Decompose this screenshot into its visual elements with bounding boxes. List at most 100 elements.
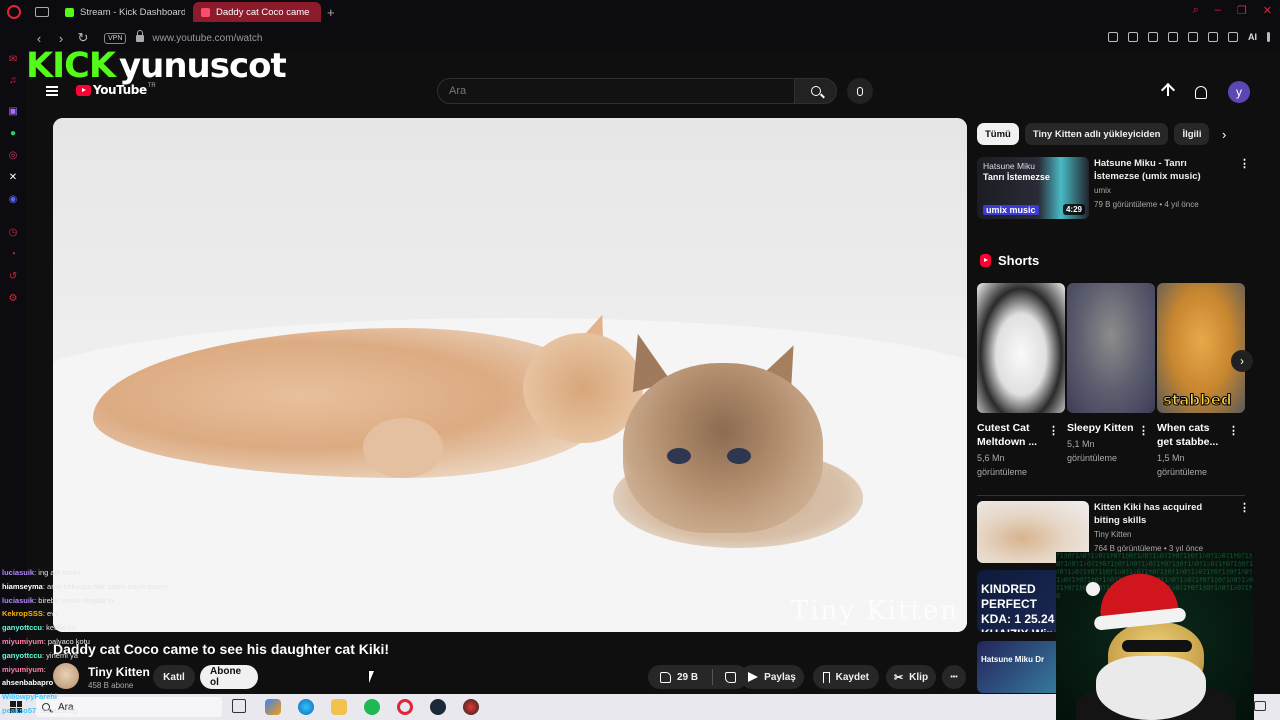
short-thumbnail[interactable]: stabbed — [1157, 283, 1245, 413]
more-options-icon[interactable]: ⋮ — [1138, 424, 1149, 437]
edge-browser-icon[interactable] — [298, 699, 314, 715]
recommendation-channel[interactable]: Tiny Kitten — [1094, 530, 1132, 539]
kitten — [623, 363, 823, 533]
like-icon[interactable] — [660, 671, 671, 683]
more-options-icon[interactable]: ⋮ — [1239, 159, 1250, 170]
kick-favicon-icon — [65, 7, 74, 17]
more-options-icon[interactable]: ⋮ — [1239, 503, 1250, 514]
download-icon[interactable] — [1228, 32, 1238, 42]
shorts-next-button[interactable]: › — [1231, 350, 1253, 372]
kick-logo: KICK — [26, 46, 116, 86]
recommendation-item[interactable]: Hatsune Miku Tanrı İstemezse umix music … — [977, 157, 1250, 221]
dislike-icon[interactable] — [725, 671, 737, 683]
forward-button[interactable]: › — [52, 31, 70, 46]
downloads-sidebar-icon[interactable]: ↺ — [7, 271, 19, 283]
recommendation-title[interactable]: Kitten Kiki has acquired biting skills — [1094, 501, 1230, 527]
x-twitter-icon[interactable]: ✕ — [7, 172, 19, 184]
maximize-button[interactable]: ❐ — [1237, 4, 1247, 17]
more-menu-icon[interactable] — [1267, 32, 1270, 42]
youtube-favicon-icon — [201, 7, 210, 17]
search-tabs-icon[interactable]: ⌕ — [1193, 4, 1199, 17]
filter-chips: Tümü Tiny Kitten adlı yükleyiciden İlgil… — [977, 123, 1210, 145]
share-button[interactable]: Paylaş — [740, 665, 804, 689]
short-thumbnail[interactable] — [1067, 283, 1155, 413]
settings-icon[interactable]: ⚙ — [7, 293, 19, 305]
music-icon[interactable]: ♫ — [7, 75, 19, 87]
search-input[interactable] — [437, 78, 795, 104]
profile-icon[interactable] — [1208, 32, 1218, 42]
player-icon[interactable] — [1168, 32, 1178, 42]
close-window-button[interactable]: ✕ — [1263, 4, 1272, 17]
pin-icon[interactable] — [1108, 32, 1118, 42]
like-count[interactable]: 29 B — [677, 672, 698, 683]
lock-icon[interactable] — [136, 29, 145, 42]
notifications-bell-icon[interactable] — [1195, 85, 1207, 99]
chat-message: miyumiyum: — [2, 664, 46, 674]
opera-taskbar-icon[interactable] — [397, 699, 413, 715]
clip-button[interactable]: ✂ Klip — [886, 665, 936, 689]
voice-search-button[interactable] — [847, 78, 873, 104]
webcam-overlay: ｱ1ｶ0ﾅ1ﾊ0ﾗ1ｼ0ﾏ1ﾔ0ｱ1ｶ0ﾅ1ﾊ0ﾗ1ｼ0ﾏ1ﾔ0ｱ1ｶ0ﾅ1ﾊ0… — [1056, 552, 1254, 720]
spotify-icon[interactable] — [364, 699, 380, 715]
url-field[interactable]: www.youtube.com/watch — [152, 33, 262, 44]
discord-icon[interactable]: ◉ — [7, 194, 19, 206]
short-item[interactable]: Sleepy Kitten 5,1 Mn görüntüleme ⋮ — [1067, 283, 1155, 465]
whatsapp-icon[interactable]: ● — [7, 128, 19, 140]
opera-logo-icon[interactable] — [7, 5, 21, 19]
microphone-icon — [857, 86, 863, 96]
tab-kick-dashboard[interactable]: Stream - Kick Dashboard — [57, 2, 185, 22]
chip-related[interactable]: İlgili — [1174, 123, 1210, 145]
tab-youtube-video[interactable]: Daddy cat Coco came — [193, 2, 321, 22]
minimize-button[interactable]: – — [1215, 4, 1221, 17]
player-sidebar-icon[interactable]: ◷ — [7, 227, 19, 239]
tab-workspaces-icon[interactable] — [35, 7, 49, 17]
subscribe-button[interactable]: Abone ol — [200, 665, 258, 689]
instagram-icon[interactable]: ◎ — [7, 150, 19, 162]
reload-button[interactable]: ↻ — [74, 30, 92, 46]
history-icon[interactable]: ◔ — [7, 249, 19, 261]
chat-message: ahsenbabapro — [2, 678, 54, 688]
notifications-icon[interactable] — [1254, 701, 1266, 711]
messenger-icon[interactable]: ✉ — [7, 54, 19, 66]
more-options-icon[interactable]: ⋮ — [1228, 424, 1239, 437]
short-title[interactable]: When cats get stabbe... — [1157, 421, 1227, 449]
chat-message: ganyottccu: yinemi ya — [2, 650, 78, 660]
search-button[interactable] — [795, 78, 837, 104]
vpn-badge[interactable]: VPN — [104, 32, 127, 44]
chips-next-icon[interactable]: › — [1222, 127, 1226, 142]
chip-from-uploader[interactable]: Tiny Kitten adlı yükleyiciden — [1024, 123, 1169, 145]
twitch-icon[interactable]: ▣ — [7, 106, 19, 118]
short-title[interactable]: Cutest Cat Meltdown ... — [977, 421, 1047, 449]
video-player[interactable]: Tiny Kitten — [53, 118, 967, 632]
recommendation-title[interactable]: Hatsune Miku - Tanrı İstemezse (umix mus… — [1094, 157, 1230, 183]
recommendation-channel[interactable]: umix — [1094, 186, 1111, 195]
short-item[interactable]: Cutest Cat Meltdown ... 5,6 Mn görüntüle… — [977, 283, 1065, 479]
task-view-icon[interactable] — [232, 699, 246, 713]
video-thumbnail[interactable]: Hatsune Miku Tanrı İstemezse umix music … — [977, 157, 1089, 219]
file-explorer-icon[interactable] — [331, 699, 347, 715]
short-thumbnail[interactable] — [977, 283, 1065, 413]
short-title[interactable]: Sleepy Kitten — [1067, 421, 1137, 435]
upload-icon[interactable] — [1162, 84, 1174, 100]
heart-icon[interactable] — [1188, 32, 1198, 42]
back-button[interactable]: ‹ — [30, 31, 48, 46]
steam-icon[interactable] — [430, 699, 446, 715]
widgets-icon[interactable] — [265, 699, 281, 715]
aria-ai-button[interactable]: AI — [1248, 32, 1257, 42]
menu-icon[interactable] — [46, 86, 58, 96]
shorts-section-header: Shorts — [980, 253, 1039, 268]
chip-all[interactable]: Tümü — [977, 123, 1019, 145]
search-bar — [437, 78, 873, 104]
more-actions-button[interactable]: ••• — [942, 665, 966, 689]
shield-icon[interactable] — [1148, 32, 1158, 42]
save-button[interactable]: Kaydet — [813, 665, 879, 689]
snapshot-icon[interactable] — [1128, 32, 1138, 42]
tab-label: Daddy cat Coco came — [216, 6, 310, 18]
account-avatar[interactable]: y — [1228, 81, 1250, 103]
more-options-icon[interactable]: ⋮ — [1048, 424, 1059, 437]
stream-chat-overlay: luciasuik: ing adi tezim hiamseyma: ama … — [2, 566, 202, 718]
short-item[interactable]: stabbed When cats get stabbe... 1,5 Mn g… — [1157, 283, 1245, 479]
share-icon — [748, 672, 759, 682]
app-icon[interactable] — [463, 699, 479, 715]
new-tab-button[interactable]: + — [327, 5, 335, 20]
